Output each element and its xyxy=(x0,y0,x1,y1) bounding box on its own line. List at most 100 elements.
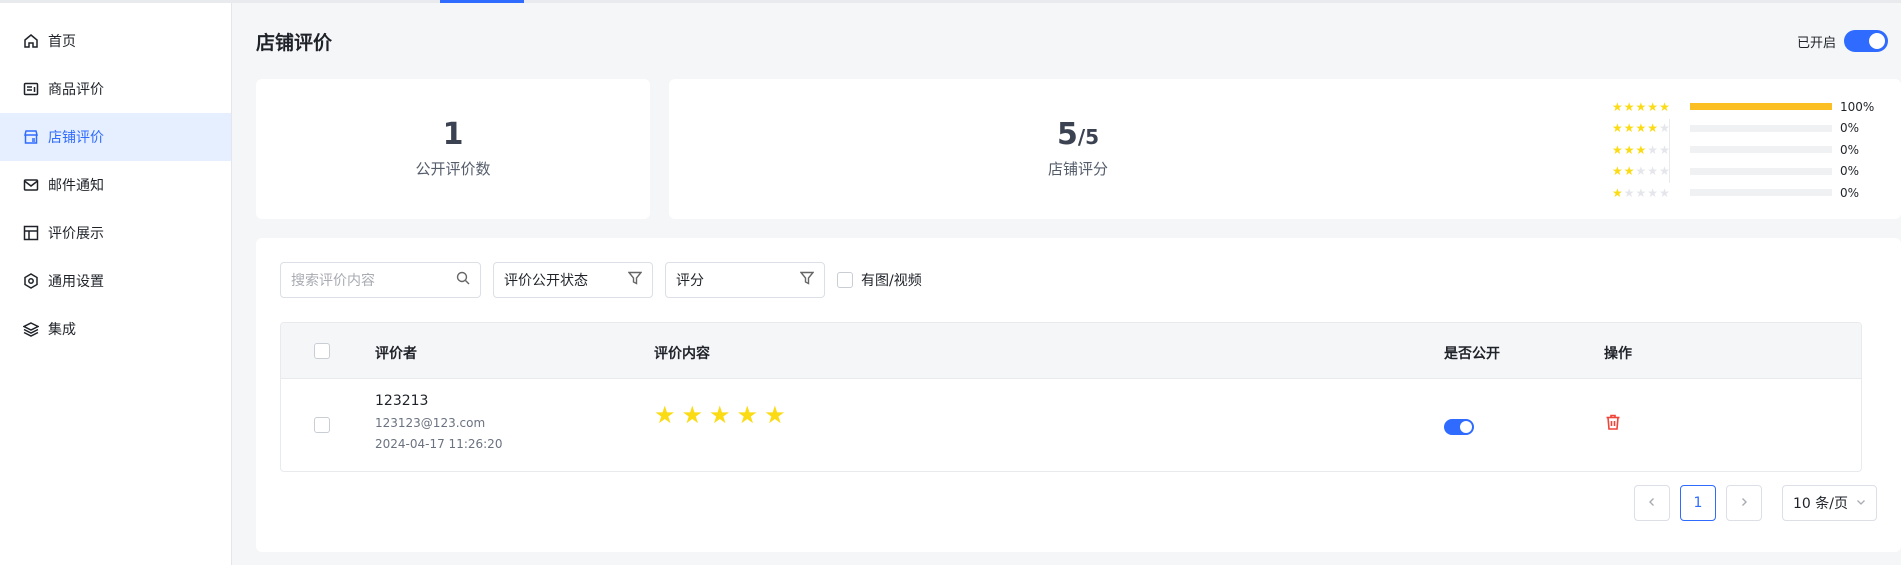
reviewer-cell: 123213 123123@123.com 2024-04-17 11:26:2… xyxy=(375,393,502,451)
sidebar-item-home[interactable]: 首页 xyxy=(0,17,231,65)
star-icon: ★ xyxy=(709,401,731,429)
column-header-content: 评价内容 xyxy=(654,346,710,362)
star-icon: ★ xyxy=(1612,164,1623,179)
page-size-value: 10 条/页 xyxy=(1793,496,1848,512)
filter-icon xyxy=(799,271,815,289)
search-input-placeholder: 搜索评价内容 xyxy=(291,273,375,289)
sidebar-item-product-reviews[interactable]: 商品评价 xyxy=(0,65,231,113)
reviewer-email: 123123@123.com xyxy=(375,416,486,430)
star-icon: ★ xyxy=(764,401,786,429)
rating-percent: 100% xyxy=(1840,99,1875,114)
layers-icon xyxy=(22,321,39,338)
rating-percent: 0% xyxy=(1840,164,1860,179)
rating-percent: 0% xyxy=(1840,121,1860,136)
column-header-reviewer: 评价者 xyxy=(375,346,417,362)
rating-stars: ★ ★ ★ ★ ★ xyxy=(1612,101,1690,113)
store-icon xyxy=(22,129,39,146)
sidebar-item-mail-notification[interactable]: 邮件通知 xyxy=(0,161,231,209)
rating-distribution: ★ ★ ★ ★ ★ 100% ★ ★ ★ ★ ★ 0% ★ ★ ★ ★ ★ 0% ★ ★ ★ ★ ★ 0% ★ ★ ★ ★ ★ 0% xyxy=(1612,96,1874,204)
chevron-right-icon xyxy=(1739,495,1749,511)
public-status-filter-label: 评价公开状态 xyxy=(504,273,588,289)
chevron-down-icon xyxy=(1856,495,1866,511)
store-score-denominator: /5 xyxy=(1077,125,1100,149)
star-icon: ★ xyxy=(1659,164,1670,179)
store-score: 5/5 xyxy=(669,117,1487,152)
sidebar-item-label: 首页 xyxy=(48,34,76,50)
reviewer-name: 123213 xyxy=(375,393,429,409)
star-icon: ★ xyxy=(1623,142,1635,157)
public-review-count: 1 xyxy=(442,117,464,152)
main-content: 店铺评价 已开启 1 公开评价数 5/5 店铺评分 ★ ★ ★ ★ ★ 100% ★ ★ ★ ★ ★… xyxy=(233,3,1901,565)
sidebar-item-integration[interactable]: 集成 xyxy=(0,305,231,353)
rating-bar xyxy=(1690,189,1832,197)
star-icon: ★ xyxy=(1647,142,1659,157)
page-title: 店铺评价 xyxy=(256,32,333,54)
rating-stars: ★ ★ ★ ★ ★ xyxy=(1612,122,1690,134)
rating-bar xyxy=(1690,124,1832,132)
sidebar-item-label: 评价展示 xyxy=(48,226,104,242)
sidebar-item-label: 商品评价 xyxy=(48,82,104,98)
sidebar-item-label: 通用设置 xyxy=(48,274,104,290)
media-checkbox-label: 有图/视频 xyxy=(861,273,922,289)
review-date: 2024-04-17 11:26:20 xyxy=(375,437,503,451)
public-status-filter[interactable]: 评价公开状态 xyxy=(493,262,653,298)
review-list-card: 搜索评价内容 评价公开状态 评分 有图/视频 评价者 评价内容 是否公开 操作 … xyxy=(256,238,1901,552)
rating-distribution-row: ★ ★ ★ ★ ★ 0% xyxy=(1612,118,1874,140)
public-review-count-label: 公开评价数 xyxy=(415,160,491,178)
column-header-actions: 操作 xyxy=(1604,346,1632,362)
page-button-1[interactable]: 1 xyxy=(1680,485,1716,521)
star-icon: ★ xyxy=(1647,121,1659,136)
select-all-checkbox[interactable] xyxy=(314,343,330,359)
filter-bar: 搜索评价内容 评价公开状态 评分 有图/视频 xyxy=(280,262,922,298)
home-icon xyxy=(22,33,39,50)
filter-icon xyxy=(627,271,643,289)
sidebar-item-general-settings[interactable]: 通用设置 xyxy=(0,257,231,305)
rating-bar xyxy=(1690,167,1832,175)
rating-distribution-row: ★ ★ ★ ★ ★ 0% xyxy=(1612,182,1874,204)
rating-filter[interactable]: 评分 xyxy=(665,262,825,298)
layout-icon xyxy=(22,225,39,242)
rating-percent: 0% xyxy=(1840,142,1860,157)
star-icon: ★ xyxy=(1635,142,1647,157)
page-size-select[interactable]: 10 条/页 xyxy=(1782,485,1877,521)
media-checkbox[interactable] xyxy=(837,272,853,288)
sidebar-item-label: 邮件通知 xyxy=(48,178,104,194)
star-icon: ★ xyxy=(1612,185,1623,200)
prev-page-button[interactable] xyxy=(1634,485,1670,521)
search-input[interactable]: 搜索评价内容 xyxy=(280,262,481,298)
review-table: 评价者 评价内容 是否公开 操作 123213 123123@123.com 2… xyxy=(280,322,1862,472)
rating-stars: ★ ★ ★ ★ ★ xyxy=(1612,144,1690,156)
star-icon: ★ xyxy=(1623,99,1635,114)
next-page-button[interactable] xyxy=(1726,485,1762,521)
settings-icon xyxy=(22,273,39,290)
row-checkbox[interactable] xyxy=(314,417,330,433)
enable-toggle-switch[interactable] xyxy=(1844,30,1888,52)
rating-filter-label: 评分 xyxy=(676,273,704,289)
delete-button[interactable] xyxy=(1604,413,1622,435)
store-score-card: 5/5 店铺评分 ★ ★ ★ ★ ★ 100% ★ ★ ★ ★ ★ 0% ★ ★ ★ ★ ★ 0% ★ ★ ★ ★ ★ 0% ★… xyxy=(669,79,1901,219)
rating-bar xyxy=(1690,103,1832,111)
table-row: 123213 123123@123.com 2024-04-17 11:26:2… xyxy=(281,379,1861,471)
star-icon: ★ xyxy=(1647,164,1659,179)
sidebar-item-review-display[interactable]: 评价展示 xyxy=(0,209,231,257)
star-icon: ★ xyxy=(1659,121,1670,136)
star-icon: ★ xyxy=(681,401,704,429)
public-toggle-switch[interactable] xyxy=(1444,419,1474,435)
sidebar-item-store-reviews[interactable]: 店铺评价 xyxy=(0,113,231,161)
rating-bar xyxy=(1690,146,1832,154)
pagination: 1 10 条/页 xyxy=(1624,485,1877,521)
star-icon: ★ xyxy=(1635,164,1647,179)
star-icon: ★ xyxy=(1612,121,1623,136)
store-score-block: 5/5 店铺评分 xyxy=(669,79,1487,219)
rating-percent: 0% xyxy=(1840,185,1860,200)
rating-distribution-row: ★ ★ ★ ★ ★ 0% xyxy=(1612,139,1874,161)
star-icon: ★ xyxy=(1623,185,1635,200)
star-icon: ★ xyxy=(1612,99,1623,114)
media-checkbox-group[interactable]: 有图/视频 xyxy=(837,270,922,290)
enable-toggle-group: 已开启 xyxy=(1797,30,1888,52)
star-icon: ★ xyxy=(1647,185,1659,200)
star-icon: ★ xyxy=(1623,121,1635,136)
product-review-icon xyxy=(22,81,39,98)
sidebar-item-label: 店铺评价 xyxy=(48,130,104,146)
rating-distribution-row: ★ ★ ★ ★ ★ 0% xyxy=(1612,161,1874,183)
